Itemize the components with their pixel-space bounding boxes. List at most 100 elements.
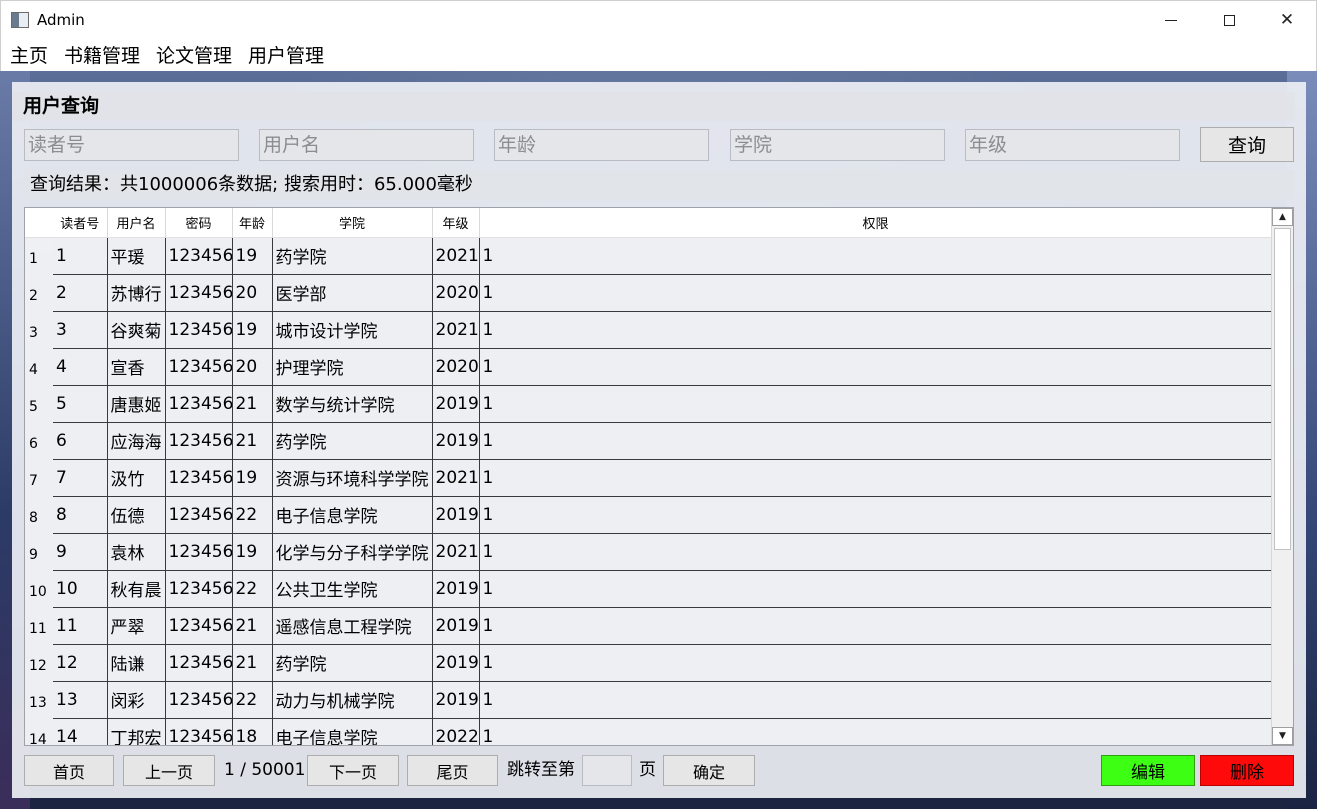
cell-permission[interactable]: 1 — [479, 422, 1273, 460]
cell-age[interactable]: 20 — [232, 348, 273, 386]
cell-username[interactable]: 苏博行 — [107, 274, 166, 312]
cell-reader-id[interactable]: 5 — [53, 385, 108, 423]
cell-grade[interactable]: 2021 — [432, 459, 480, 497]
row-number[interactable]: 14 — [25, 718, 53, 746]
cell-college[interactable]: 资源与环境科学学院 — [272, 459, 433, 497]
cell-username[interactable]: 平瑗 — [107, 237, 166, 275]
cell-grade[interactable]: 2021 — [432, 533, 480, 571]
cell-grade[interactable]: 2019 — [432, 607, 480, 645]
cell-college[interactable]: 药学院 — [272, 422, 433, 460]
cell-password[interactable]: 123456 — [165, 422, 233, 460]
row-number[interactable]: 11 — [25, 607, 53, 644]
cell-college[interactable]: 医学部 — [272, 274, 433, 312]
cell-reader-id[interactable]: 8 — [53, 496, 108, 534]
cell-username[interactable]: 唐惠姬 — [107, 385, 166, 423]
cell-college[interactable]: 药学院 — [272, 237, 433, 275]
column-header-college[interactable]: 学院 — [272, 208, 433, 238]
cell-password[interactable]: 123456 — [165, 681, 233, 719]
cell-reader-id[interactable]: 2 — [53, 274, 108, 312]
cell-reader-id[interactable]: 13 — [53, 681, 108, 719]
cell-permission[interactable]: 1 — [479, 570, 1273, 608]
column-header-password[interactable]: 密码 — [165, 208, 233, 238]
cell-grade[interactable]: 2019 — [432, 385, 480, 423]
cell-password[interactable]: 123456 — [165, 718, 233, 745]
cell-password[interactable]: 123456 — [165, 311, 233, 349]
cell-age[interactable]: 22 — [232, 681, 273, 719]
cell-grade[interactable]: 2020 — [432, 348, 480, 386]
maximize-button[interactable] — [1200, 1, 1258, 39]
menu-item-papers[interactable]: 论文管理 — [156, 41, 232, 68]
cell-permission[interactable]: 1 — [479, 311, 1273, 349]
cell-age[interactable]: 22 — [232, 570, 273, 608]
cell-password[interactable]: 123456 — [165, 237, 233, 275]
cell-password[interactable]: 123456 — [165, 607, 233, 645]
cell-username[interactable]: 汲竹 — [107, 459, 166, 497]
last-page-button[interactable]: 尾页 — [407, 755, 498, 786]
cell-grade[interactable]: 2019 — [432, 570, 480, 608]
table-row[interactable]: 9 9 袁林 123456 19 化学与分子科学学院 2021 1 — [25, 533, 1273, 571]
row-number[interactable]: 3 — [25, 311, 53, 348]
table-row[interactable]: 2 2 苏博行 123456 20 医学部 2020 1 — [25, 274, 1273, 312]
row-number[interactable]: 9 — [25, 533, 53, 570]
row-number[interactable]: 2 — [25, 274, 53, 311]
cell-college[interactable]: 城市设计学院 — [272, 311, 433, 349]
cell-grade[interactable]: 2019 — [432, 681, 480, 719]
cell-grade[interactable]: 2021 — [432, 237, 480, 275]
cell-permission[interactable]: 1 — [479, 496, 1273, 534]
minimize-button[interactable] — [1142, 1, 1200, 39]
cell-username[interactable]: 闵彩 — [107, 681, 166, 719]
scroll-down-arrow-icon[interactable]: ▼ — [1272, 727, 1293, 745]
table-row[interactable]: 10 10 秋有晨 123456 22 公共卫生学院 2019 1 — [25, 570, 1273, 608]
cell-age[interactable]: 19 — [232, 459, 273, 497]
vertical-scrollbar[interactable]: ▲ ▼ — [1271, 208, 1293, 745]
edit-button[interactable]: 编辑 — [1101, 755, 1195, 786]
table-row[interactable]: 4 4 宣香 123456 20 护理学院 2020 1 — [25, 348, 1273, 386]
cell-age[interactable]: 20 — [232, 274, 273, 312]
cell-username[interactable]: 陆谦 — [107, 644, 166, 682]
cell-college[interactable]: 遥感信息工程学院 — [272, 607, 433, 645]
cell-password[interactable]: 123456 — [165, 533, 233, 571]
cell-password[interactable]: 123456 — [165, 348, 233, 386]
cell-password[interactable]: 123456 — [165, 274, 233, 312]
cell-permission[interactable]: 1 — [479, 607, 1273, 645]
cell-college[interactable]: 公共卫生学院 — [272, 570, 433, 608]
cell-permission[interactable]: 1 — [479, 681, 1273, 719]
cell-age[interactable]: 18 — [232, 718, 273, 745]
cell-age[interactable]: 19 — [232, 533, 273, 571]
row-number[interactable]: 10 — [25, 570, 53, 607]
row-number[interactable]: 6 — [25, 422, 53, 459]
row-number[interactable]: 13 — [25, 681, 53, 718]
table-row[interactable]: 14 14 丁邦宏 123456 18 电子信息学院 2022 1 — [25, 718, 1273, 746]
table-row[interactable]: 13 13 闵彩 123456 22 动力与机械学院 2019 1 — [25, 681, 1273, 719]
row-number[interactable]: 7 — [25, 459, 53, 496]
cell-permission[interactable]: 1 — [479, 385, 1273, 423]
cell-username[interactable]: 严翠 — [107, 607, 166, 645]
cell-reader-id[interactable]: 1 — [53, 237, 108, 275]
cell-permission[interactable]: 1 — [479, 237, 1273, 275]
table-row[interactable]: 6 6 应海海 123456 21 药学院 2019 1 — [25, 422, 1273, 460]
table-row[interactable]: 1 1 平瑗 123456 19 药学院 2021 1 — [25, 237, 1273, 275]
cell-reader-id[interactable]: 12 — [53, 644, 108, 682]
cell-grade[interactable]: 2019 — [432, 422, 480, 460]
column-header-reader-id[interactable]: 读者号 — [53, 208, 108, 238]
jump-confirm-button[interactable]: 确定 — [663, 755, 755, 786]
cell-age[interactable]: 22 — [232, 496, 273, 534]
menu-item-books[interactable]: 书籍管理 — [64, 41, 140, 68]
cell-reader-id[interactable]: 4 — [53, 348, 108, 386]
cell-password[interactable]: 123456 — [165, 459, 233, 497]
cell-grade[interactable]: 2020 — [432, 274, 480, 312]
column-header-grade[interactable]: 年级 — [432, 208, 480, 238]
cell-college[interactable]: 化学与分子科学学院 — [272, 533, 433, 571]
cell-grade[interactable]: 2022 — [432, 718, 480, 745]
cell-college[interactable]: 动力与机械学院 — [272, 681, 433, 719]
table-row[interactable]: 11 11 严翠 123456 21 遥感信息工程学院 2019 1 — [25, 607, 1273, 645]
cell-permission[interactable]: 1 — [479, 533, 1273, 571]
cell-permission[interactable]: 1 — [479, 718, 1273, 745]
cell-username[interactable]: 秋有晨 — [107, 570, 166, 608]
cell-age[interactable]: 21 — [232, 422, 273, 460]
cell-permission[interactable]: 1 — [479, 348, 1273, 386]
grade-input[interactable] — [965, 129, 1180, 161]
next-page-button[interactable]: 下一页 — [307, 755, 399, 786]
menu-item-home[interactable]: 主页 — [10, 41, 48, 68]
cell-password[interactable]: 123456 — [165, 496, 233, 534]
